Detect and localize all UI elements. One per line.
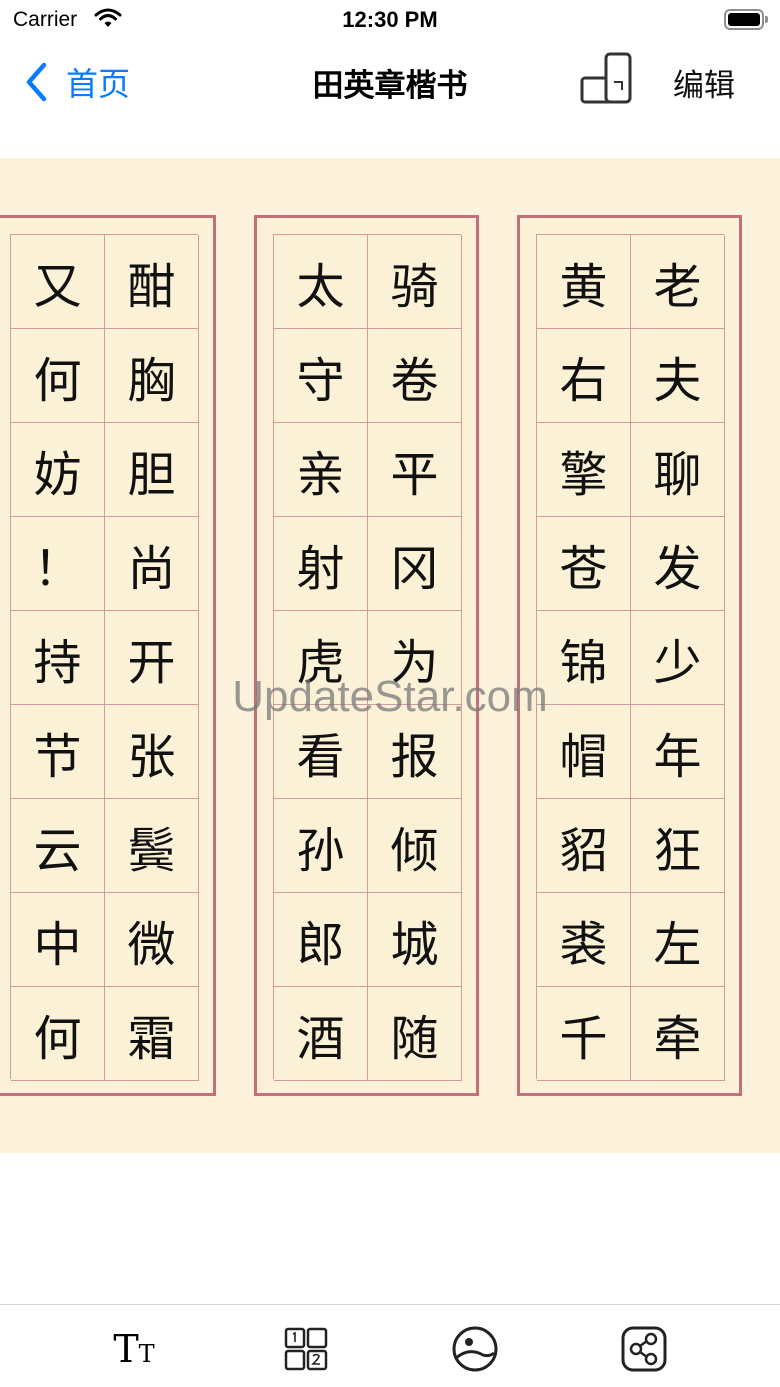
character-cell: 苍 xyxy=(537,517,631,611)
character-cell: 右 xyxy=(537,329,631,423)
character-cell: 发 xyxy=(631,517,725,611)
character-cell: 城 xyxy=(368,893,462,987)
share-icon xyxy=(621,1326,667,1372)
character-cell: 酒 xyxy=(274,987,368,1081)
character-cell: 卷 xyxy=(368,329,462,423)
character-cell: 随 xyxy=(368,987,462,1081)
character-cell: 老 xyxy=(631,235,725,329)
share-button[interactable] xyxy=(620,1325,668,1373)
character-cell: 何 xyxy=(11,329,105,423)
character-cell: 倾 xyxy=(368,799,462,893)
character-cell: 又 xyxy=(11,235,105,329)
character-cell: 太 xyxy=(274,235,368,329)
character-cell: 骑 xyxy=(368,235,462,329)
character-cell: 何 xyxy=(11,987,105,1081)
character-cell: 云 xyxy=(11,799,105,893)
character-cell: 平 xyxy=(368,423,462,517)
grid-layout-button[interactable] xyxy=(282,1325,330,1373)
battery-icon xyxy=(724,9,768,30)
character-cell: 妨 xyxy=(11,423,105,517)
calligraphy-column: 太 骑 守 卷 亲 平 射 冈 虎 为 看 报 孙 倾 郎 城 酒 随 xyxy=(254,215,479,1096)
calligraphy-column: 黄 老 右 夫 擎 聊 苍 发 锦 少 帽 年 貂 狂 裘 左 千 牵 xyxy=(517,215,742,1096)
calligraphy-column: 又 酣 何 胸 妨 胆 ！ 尚 持 开 节 张 云 鬓 中 微 何 霜 xyxy=(0,215,216,1096)
character-cell: ！ xyxy=(11,517,105,611)
character-grid: 黄 老 右 夫 擎 聊 苍 发 锦 少 帽 年 貂 狂 裘 左 千 牵 xyxy=(536,234,725,1081)
character-cell: 胆 xyxy=(105,423,199,517)
character-cell: 裘 xyxy=(537,893,631,987)
status-bar: Carrier 12:30 PM xyxy=(0,0,780,40)
character-cell: 酣 xyxy=(105,235,199,329)
character-cell: 中 xyxy=(11,893,105,987)
status-time: 12:30 PM xyxy=(342,7,438,32)
watermark: UpdateStar.com xyxy=(232,672,548,721)
rotate-device-icon xyxy=(580,52,632,104)
character-cell: 亲 xyxy=(274,423,368,517)
character-grid: 又 酣 何 胸 妨 胆 ！ 尚 持 开 节 张 云 鬓 中 微 何 霜 xyxy=(10,234,199,1081)
character-cell: 左 xyxy=(631,893,725,987)
character-cell: 黄 xyxy=(537,235,631,329)
bottom-toolbar: TT xyxy=(0,1304,780,1387)
character-cell: 擎 xyxy=(537,423,631,517)
character-cell: 孙 xyxy=(274,799,368,893)
character-cell: 聊 xyxy=(631,423,725,517)
edit-button[interactable]: 编辑 xyxy=(673,60,735,105)
character-cell: 射 xyxy=(274,517,368,611)
rotate-orientation-button[interactable] xyxy=(578,52,634,108)
character-cell: 胸 xyxy=(105,329,199,423)
character-cell: 尚 xyxy=(105,517,199,611)
page-title: 田英章楷书 xyxy=(312,68,468,104)
character-grid: 太 骑 守 卷 亲 平 射 冈 虎 为 看 报 孙 倾 郎 城 酒 随 xyxy=(273,234,462,1081)
grid-layout-icon xyxy=(284,1327,328,1371)
character-cell: 貂 xyxy=(537,799,631,893)
character-cell: 牵 xyxy=(631,987,725,1081)
background-style-button[interactable] xyxy=(451,1325,499,1373)
character-cell: 千 xyxy=(537,987,631,1081)
character-cell: 鬓 xyxy=(105,799,199,893)
character-cell: 郎 xyxy=(274,893,368,987)
character-cell: 夫 xyxy=(631,329,725,423)
character-cell: 冈 xyxy=(368,517,462,611)
calligraphy-canvas: 又 酣 何 胸 妨 胆 ！ 尚 持 开 节 张 云 鬓 中 微 何 霜 太 骑 … xyxy=(0,158,780,1153)
navigation-bar: 首页 田英章楷书 编辑 xyxy=(0,40,780,120)
font-size-icon: TT xyxy=(113,1327,155,1371)
background-style-icon xyxy=(452,1326,498,1372)
character-cell: 守 xyxy=(274,329,368,423)
character-cell: 霜 xyxy=(105,987,199,1081)
character-cell: 微 xyxy=(105,893,199,987)
font-size-button[interactable]: TT xyxy=(110,1325,158,1373)
character-cell: 狂 xyxy=(631,799,725,893)
